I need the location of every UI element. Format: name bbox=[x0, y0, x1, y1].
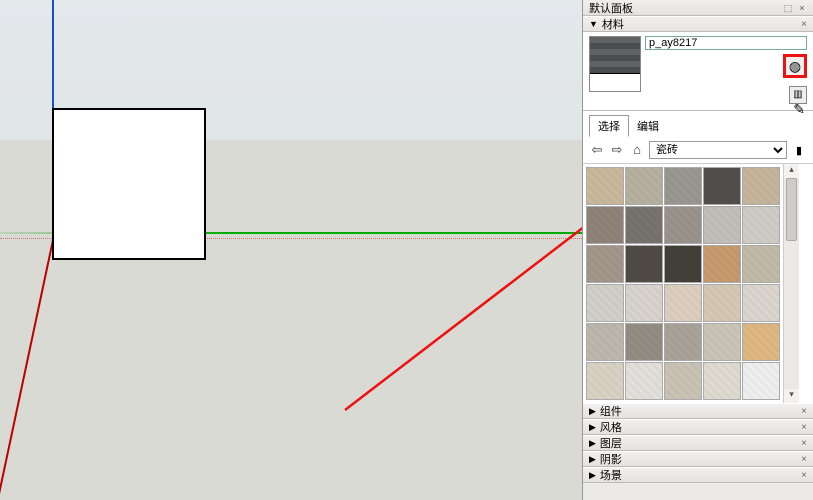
material-thumbnail[interactable] bbox=[625, 323, 663, 361]
material-thumbnail[interactable] bbox=[625, 167, 663, 205]
pin-icon[interactable]: ⬚ bbox=[783, 3, 793, 13]
tab-select[interactable]: 选择 bbox=[589, 115, 629, 137]
cube-icon: ◍ bbox=[789, 58, 801, 75]
close-icon[interactable]: × bbox=[801, 422, 807, 433]
material-thumbnail[interactable] bbox=[664, 362, 702, 400]
scroll-track[interactable] bbox=[784, 178, 799, 389]
material-thumbnail[interactable] bbox=[664, 167, 702, 205]
current-material-swatch[interactable] bbox=[589, 36, 641, 92]
panel-titlebar[interactable]: 默认面板 ⬚ × bbox=[583, 0, 813, 16]
material-thumbnail[interactable] bbox=[586, 362, 624, 400]
material-thumbnail[interactable] bbox=[586, 167, 624, 205]
close-icon[interactable]: × bbox=[801, 470, 807, 481]
create-material-button[interactable]: ◍ bbox=[783, 54, 807, 78]
close-icon[interactable]: × bbox=[801, 19, 807, 30]
material-thumbnail[interactable] bbox=[586, 245, 624, 283]
material-thumbnail[interactable] bbox=[625, 284, 663, 322]
tab-edit[interactable]: 编辑 bbox=[629, 116, 667, 136]
section-layers-label: 图层 bbox=[600, 435, 622, 451]
material-thumbnail[interactable] bbox=[742, 323, 780, 361]
material-thumbnail[interactable] bbox=[742, 206, 780, 244]
collapse-icon: ▶ bbox=[589, 454, 596, 465]
section-shadows-header[interactable]: ▶ 阴影 × bbox=[583, 451, 813, 467]
forward-button[interactable]: ⇨ bbox=[609, 142, 625, 158]
eyedropper-icon[interactable]: ✎ bbox=[793, 101, 805, 118]
material-thumbnail[interactable] bbox=[742, 245, 780, 283]
section-components-header[interactable]: ▶ 组件 × bbox=[583, 403, 813, 419]
material-thumbnail[interactable] bbox=[586, 206, 624, 244]
material-thumbnail[interactable] bbox=[664, 245, 702, 283]
material-thumbnail[interactable] bbox=[742, 362, 780, 400]
materials-grid-wrap: ▴ ▾ bbox=[583, 164, 813, 403]
material-thumbnail[interactable] bbox=[703, 362, 741, 400]
collapse-icon: ▶ bbox=[589, 438, 596, 449]
materials-scrollbar[interactable]: ▴ ▾ bbox=[783, 164, 799, 403]
collapse-icon: ▶ bbox=[589, 406, 596, 417]
close-icon[interactable]: × bbox=[797, 3, 807, 13]
category-select[interactable]: 瓷砖 bbox=[649, 141, 787, 159]
material-thumbnail[interactable] bbox=[586, 284, 624, 322]
collapse-icon: ▶ bbox=[589, 422, 596, 433]
materials-grid bbox=[583, 164, 783, 403]
collapse-icon: ▶ bbox=[589, 470, 596, 481]
material-thumbnail[interactable] bbox=[703, 206, 741, 244]
cube-face[interactable] bbox=[52, 108, 206, 260]
material-thumbnail[interactable] bbox=[703, 323, 741, 361]
section-styles-label: 风格 bbox=[600, 419, 622, 435]
material-thumbnail[interactable] bbox=[703, 245, 741, 283]
section-components-label: 组件 bbox=[600, 403, 622, 419]
scroll-down-icon[interactable]: ▾ bbox=[784, 389, 799, 403]
material-thumbnail[interactable] bbox=[664, 284, 702, 322]
home-button[interactable]: ⌂ bbox=[629, 142, 645, 158]
material-thumbnail[interactable] bbox=[625, 362, 663, 400]
section-materials-header[interactable]: ▼ 材料 × bbox=[583, 16, 813, 32]
material-thumbnail[interactable] bbox=[703, 167, 741, 205]
material-thumbnail[interactable] bbox=[625, 245, 663, 283]
materials-tabs: 选择 编辑 ✎ bbox=[583, 111, 813, 139]
close-icon[interactable]: × bbox=[801, 438, 807, 449]
section-materials-label: 材料 bbox=[602, 16, 624, 32]
close-icon[interactable]: × bbox=[801, 406, 807, 417]
viewport[interactable] bbox=[0, 0, 582, 500]
close-icon[interactable]: × bbox=[801, 454, 807, 465]
material-thumbnail[interactable] bbox=[703, 284, 741, 322]
section-scenes-label: 场景 bbox=[600, 467, 622, 483]
back-button[interactable]: ⇦ bbox=[589, 142, 605, 158]
panel-title-text: 默认面板 bbox=[589, 0, 633, 16]
materials-body: ◍ ▥ bbox=[583, 32, 813, 111]
section-layers-header[interactable]: ▶ 图层 × bbox=[583, 435, 813, 451]
material-thumbnail[interactable] bbox=[586, 323, 624, 361]
material-thumbnail[interactable] bbox=[625, 206, 663, 244]
material-name-input[interactable] bbox=[645, 36, 807, 50]
section-shadows-label: 阴影 bbox=[600, 451, 622, 467]
folder-icon[interactable]: ▮ bbox=[791, 142, 807, 158]
material-thumbnail[interactable] bbox=[664, 323, 702, 361]
scroll-thumb[interactable] bbox=[786, 178, 797, 241]
expand-icon: ▼ bbox=[589, 19, 598, 29]
section-styles-header[interactable]: ▶ 风格 × bbox=[583, 419, 813, 435]
default-panel: 默认面板 ⬚ × ▼ 材料 × ◍ ▥ 选择 编辑 bbox=[582, 0, 813, 500]
material-thumbnail[interactable] bbox=[742, 284, 780, 322]
material-thumbnail[interactable] bbox=[664, 206, 702, 244]
materials-toolbar: ⇦ ⇨ ⌂ 瓷砖 ▮ bbox=[583, 139, 813, 164]
section-scenes-header[interactable]: ▶ 场景 × bbox=[583, 467, 813, 483]
material-thumbnail[interactable] bbox=[742, 167, 780, 205]
scroll-up-icon[interactable]: ▴ bbox=[784, 164, 799, 178]
